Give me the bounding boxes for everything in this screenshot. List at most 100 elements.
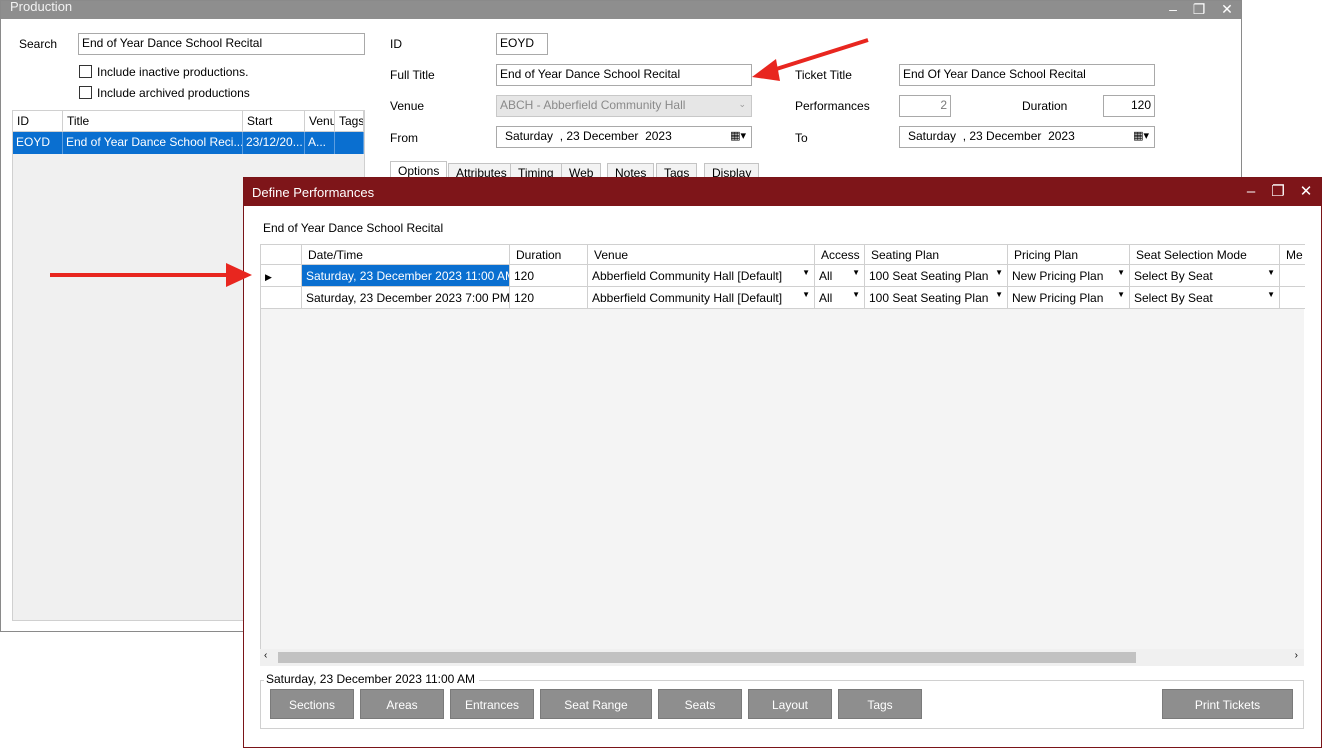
cell-venue[interactable]: Abberfield Community Hall [Default] ▼: [588, 265, 815, 287]
list-cell-tags[interactable]: [335, 132, 364, 154]
column-header-datetime[interactable]: Date/Time: [302, 244, 510, 265]
scroll-left-icon[interactable]: ‹: [264, 650, 267, 661]
close-icon[interactable]: ✕: [1216, 1, 1238, 19]
cell-pricing-plan-value: New Pricing Plan: [1012, 269, 1104, 283]
seat-range-button[interactable]: Seat Range: [540, 689, 652, 719]
minimize-icon[interactable]: –: [1238, 178, 1264, 206]
to-date-picker[interactable]: Saturday , 23 December 2023 ▦▾: [899, 126, 1155, 148]
column-header-tags[interactable]: Tags: [335, 111, 364, 132]
cell-duration[interactable]: 120: [510, 265, 588, 287]
cell-datetime[interactable]: Saturday, 23 December 2023 7:00 PM: [302, 287, 510, 309]
cell-more[interactable]: [1280, 265, 1305, 287]
column-header-pricing-plan[interactable]: Pricing Plan: [1008, 244, 1130, 265]
venue-select-value: ABCH - Abberfield Community Hall: [500, 98, 686, 112]
column-header-duration[interactable]: Duration: [510, 244, 588, 265]
column-header-more[interactable]: Me: [1280, 244, 1305, 265]
list-cell-start[interactable]: 23/12/20...: [243, 132, 305, 154]
cell-access[interactable]: All ▼: [815, 265, 865, 287]
dropdown-arrow-icon[interactable]: ▼: [802, 268, 810, 277]
dropdown-arrow-icon[interactable]: ▼: [1117, 290, 1125, 299]
dropdown-arrow-icon[interactable]: ▼: [995, 268, 1003, 277]
cell-pricing-plan-value: New Pricing Plan: [1012, 291, 1104, 305]
dropdown-arrow-icon[interactable]: ▼: [1117, 268, 1125, 277]
column-header-title[interactable]: Title: [63, 111, 243, 132]
calendar-icon[interactable]: ▦▾: [730, 129, 746, 142]
column-header-access[interactable]: Access: [815, 244, 865, 265]
cell-seating-plan[interactable]: 100 Seat Seating Plan ▼: [865, 265, 1008, 287]
cell-seating-plan[interactable]: 100 Seat Seating Plan ▼: [865, 287, 1008, 309]
horizontal-scrollbar[interactable]: ‹ ›: [260, 649, 1304, 666]
cell-pricing-plan[interactable]: New Pricing Plan ▼: [1008, 287, 1130, 309]
column-header-seating-plan[interactable]: Seating Plan: [865, 244, 1008, 265]
to-date-value: Saturday , 23 December 2023: [908, 129, 1075, 143]
duration-label: Duration: [1022, 99, 1068, 113]
search-input[interactable]: End of Year Dance School Recital: [78, 33, 365, 55]
include-inactive-checkbox[interactable]: [79, 65, 92, 78]
cell-seat-mode[interactable]: Select By Seat ▼: [1130, 265, 1280, 287]
dropdown-arrow-icon[interactable]: ▼: [995, 290, 1003, 299]
venue-select[interactable]: ABCH - Abberfield Community Hall ⌄: [496, 95, 752, 117]
dropdown-arrow-icon[interactable]: ▼: [1267, 268, 1275, 277]
cell-datetime[interactable]: Saturday, 23 December 2023 11:00 AM: [302, 265, 510, 287]
print-tickets-button[interactable]: Print Tickets: [1162, 689, 1293, 719]
maximize-icon[interactable]: ❐: [1188, 1, 1210, 19]
areas-button[interactable]: Areas: [360, 689, 444, 719]
maximize-icon[interactable]: ❐: [1265, 178, 1291, 206]
id-field[interactable]: EOYD: [496, 33, 548, 55]
row-pointer-icon: ▶: [265, 272, 272, 282]
from-date-value: Saturday , 23 December 2023: [505, 129, 672, 143]
production-name-label: End of Year Dance School Recital: [263, 221, 444, 235]
cell-seat-mode[interactable]: Select By Seat ▼: [1130, 287, 1280, 309]
cell-venue-value: Abberfield Community Hall [Default]: [592, 291, 783, 305]
performances-field[interactable]: 2: [899, 95, 951, 117]
search-label: Search: [19, 37, 58, 51]
column-header-id[interactable]: ID: [13, 111, 63, 132]
from-label: From: [390, 131, 418, 145]
list-cell-id[interactable]: EOYD: [13, 132, 63, 154]
dropdown-arrow-icon[interactable]: ▼: [852, 268, 860, 277]
dropdown-arrow-icon[interactable]: ▼: [802, 290, 810, 299]
cell-seat-mode-value: Select By Seat: [1134, 269, 1213, 283]
list-cell-title[interactable]: End of Year Dance School Reci...: [63, 132, 243, 154]
minimize-icon[interactable]: –: [1162, 1, 1184, 19]
id-label: ID: [390, 37, 402, 51]
cell-duration[interactable]: 120: [510, 287, 588, 309]
sections-button[interactable]: Sections: [270, 689, 354, 719]
cell-pricing-plan[interactable]: New Pricing Plan ▼: [1008, 265, 1130, 287]
scrollbar-thumb[interactable]: [278, 652, 1136, 663]
row-selector[interactable]: ▶: [261, 265, 302, 287]
production-titlebar: Production – ❐ ✕: [1, 0, 1241, 19]
cell-venue-value: Abberfield Community Hall [Default]: [592, 269, 783, 283]
column-header-venue[interactable]: Venu: [305, 111, 335, 132]
cell-access-value: All: [819, 291, 833, 305]
dropdown-arrow-icon[interactable]: ▼: [1267, 290, 1275, 299]
layout-button[interactable]: Layout: [748, 689, 832, 719]
dropdown-arrow-icon[interactable]: ▼: [852, 290, 860, 299]
row-selector[interactable]: [261, 287, 302, 309]
ticket-title-field[interactable]: End Of Year Dance School Recital: [899, 64, 1155, 86]
column-header-start[interactable]: Start: [243, 111, 305, 132]
define-performances-title: Define Performances: [252, 185, 375, 200]
include-archived-checkbox[interactable]: [79, 86, 92, 99]
cell-access-value: All: [819, 269, 833, 283]
cell-access[interactable]: All ▼: [815, 287, 865, 309]
tags-button[interactable]: Tags: [838, 689, 922, 719]
list-cell-venue[interactable]: A...: [305, 132, 335, 154]
full-title-field[interactable]: End of Year Dance School Recital: [496, 64, 752, 86]
duration-field[interactable]: 120: [1103, 95, 1155, 117]
entrances-button[interactable]: Entrances: [450, 689, 534, 719]
column-header-seat-selection-mode[interactable]: Seat Selection Mode: [1130, 244, 1280, 265]
calendar-icon[interactable]: ▦▾: [1133, 129, 1149, 142]
annotation-arrow-icon: [752, 38, 869, 81]
from-date-picker[interactable]: Saturday , 23 December 2023 ▦▾: [496, 126, 752, 148]
seats-button[interactable]: Seats: [658, 689, 742, 719]
cell-more[interactable]: [1280, 287, 1305, 309]
cell-seat-mode-value: Select By Seat: [1134, 291, 1213, 305]
cell-venue[interactable]: Abberfield Community Hall [Default] ▼: [588, 287, 815, 309]
chevron-down-icon: ⌄: [738, 99, 746, 109]
close-icon[interactable]: ✕: [1293, 178, 1319, 206]
scroll-right-icon[interactable]: ›: [1295, 650, 1298, 661]
cell-seating-plan-value: 100 Seat Seating Plan: [869, 291, 989, 305]
column-header-venue[interactable]: Venue: [588, 244, 815, 265]
to-label: To: [795, 131, 808, 145]
